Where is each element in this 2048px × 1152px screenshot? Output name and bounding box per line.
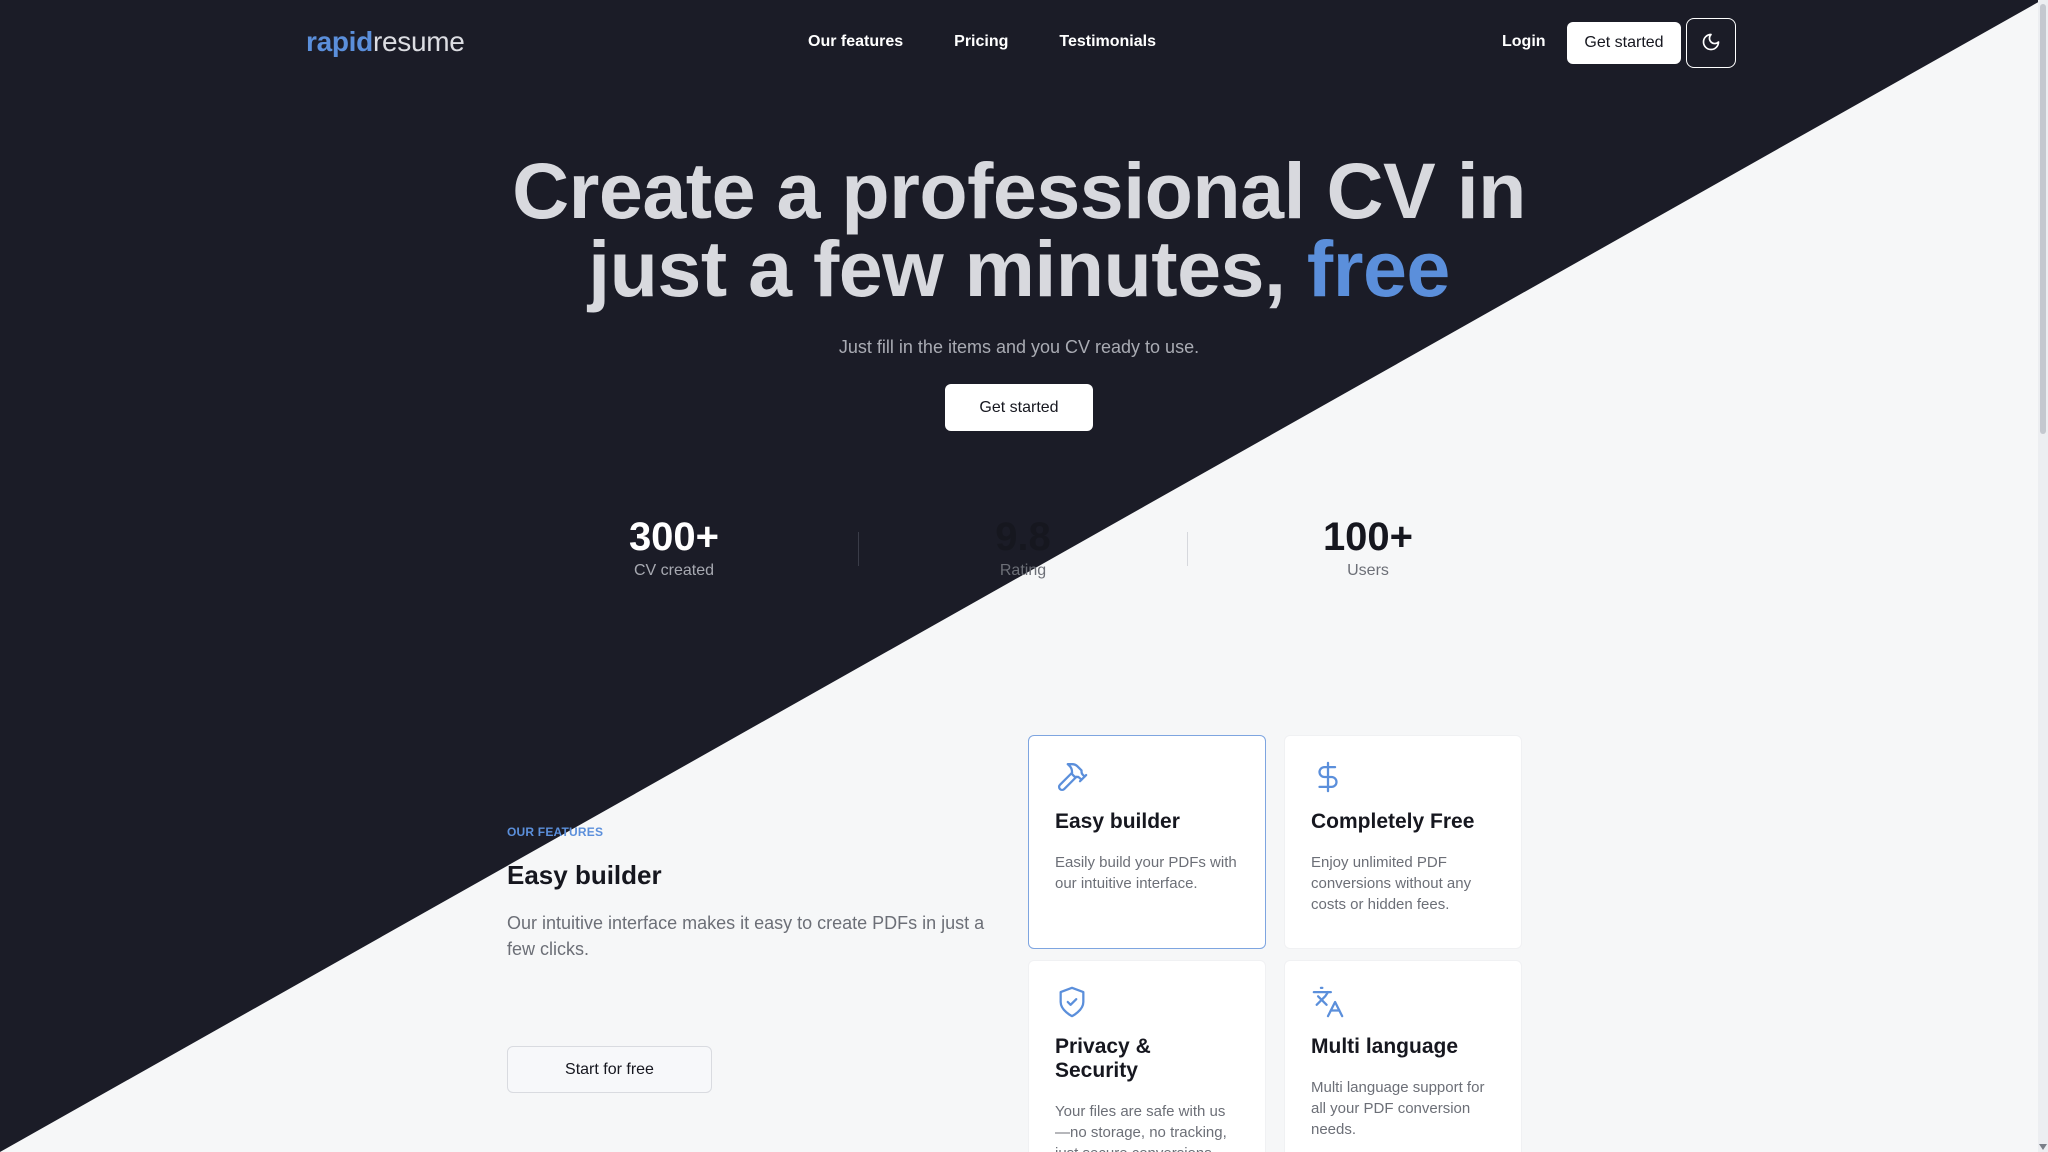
features-heading: Easy builder (507, 860, 662, 890)
theme-toggle-button[interactable] (1686, 18, 1736, 68)
stat-value: 9.8 (995, 515, 1051, 559)
feature-card-easy-builder[interactable]: Easy builder Easily build your PDFs with… (1028, 735, 1266, 949)
hammer-icon (1055, 760, 1089, 794)
card-title: Completely Free (1311, 810, 1475, 833)
nav-links: Our features Pricing Testimonials (808, 33, 1156, 51)
features-description: Our intuitive interface makes it easy to… (507, 913, 985, 959)
brand-suffix: resume (372, 26, 465, 57)
feature-card-privacy-security[interactable]: Privacy & Security Your files are safe w… (1028, 960, 1266, 1152)
scrollbar-thumb[interactable] (2040, 4, 2046, 434)
scroll-down-arrow-icon[interactable] (2039, 1144, 2047, 1150)
stat-cv-created: 300+ CV created (524, 513, 824, 581)
stat-rating: 9.8 Rating (873, 513, 1173, 581)
login-link[interactable]: Login (1502, 33, 1546, 51)
features-eyebrow: OUR FEATURES (507, 825, 604, 839)
stat-users: 100+ Users (1218, 513, 1518, 581)
nav-get-started-button[interactable]: Get started (1567, 22, 1681, 64)
stat-label: CV created (633, 562, 715, 579)
moon-icon (1701, 32, 1721, 55)
stat-divider (1187, 532, 1188, 566)
translate-icon (1311, 985, 1345, 1019)
feature-card-multi-language[interactable]: Multi language Multi language support fo… (1284, 960, 1522, 1152)
card-title: Privacy & Security (1055, 1035, 1151, 1082)
start-for-free-button[interactable]: Start for free (507, 1046, 712, 1093)
nav-link-testimonials[interactable]: Testimonials (1059, 33, 1156, 51)
stat-label: Rating (999, 562, 1047, 579)
hero-title: Create a professional CV in just a few m… (400, 151, 1638, 308)
hero-title-line2: just a few minutes, (588, 224, 1307, 313)
card-title: Multi language (1311, 1035, 1458, 1058)
top-navigation: rapidresume Our features Pricing Testimo… (0, 0, 2038, 86)
stat-label: Users (1347, 562, 1389, 579)
feature-card-completely-free[interactable]: Completely Free Enjoy unlimited PDF conv… (1284, 735, 1522, 949)
shield-check-icon (1055, 985, 1089, 1019)
hero-title-highlight: free (1306, 224, 1450, 313)
stat-divider (858, 532, 859, 566)
stat-value: 300+ (628, 515, 720, 559)
hero-subtitle: Just fill in the items and you CV ready … (838, 337, 1200, 357)
nav-link-features[interactable]: Our features (808, 33, 903, 51)
card-text: Easily build your PDFs with our intuitiv… (1055, 854, 1237, 892)
card-text: Enjoy unlimited PDF conversions without … (1311, 854, 1472, 913)
brand-prefix: rapid (306, 26, 373, 57)
hero-title-line1: Create a professional CV in (512, 146, 1526, 235)
dollar-icon (1311, 760, 1345, 794)
card-text: Your files are safe with us—no storage, … (1055, 1103, 1227, 1152)
page-scrollbar[interactable] (2038, 0, 2048, 1152)
card-text: Multi language support for all your PDF … (1311, 1079, 1485, 1138)
card-title: Easy builder (1055, 810, 1180, 833)
nav-link-pricing[interactable]: Pricing (954, 33, 1008, 51)
hero-get-started-button[interactable]: Get started (945, 384, 1093, 431)
brand-logo[interactable]: rapidresume (306, 26, 465, 58)
stat-value: 100+ (1322, 515, 1414, 559)
